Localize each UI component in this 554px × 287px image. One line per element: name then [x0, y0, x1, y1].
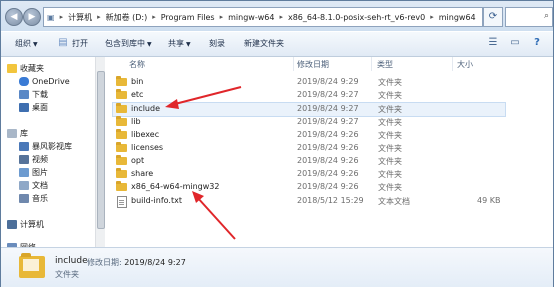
annotation-arrow-mingw32: [192, 191, 236, 240]
annotation-arrows: [165, 86, 242, 240]
explorer-window: ◀ ▶ ▣ ▸ 计算机 ▸ 新加卷 (D:) ▸ Program Files ▸…: [0, 0, 554, 287]
annotation-arrow-include: [165, 86, 242, 109]
